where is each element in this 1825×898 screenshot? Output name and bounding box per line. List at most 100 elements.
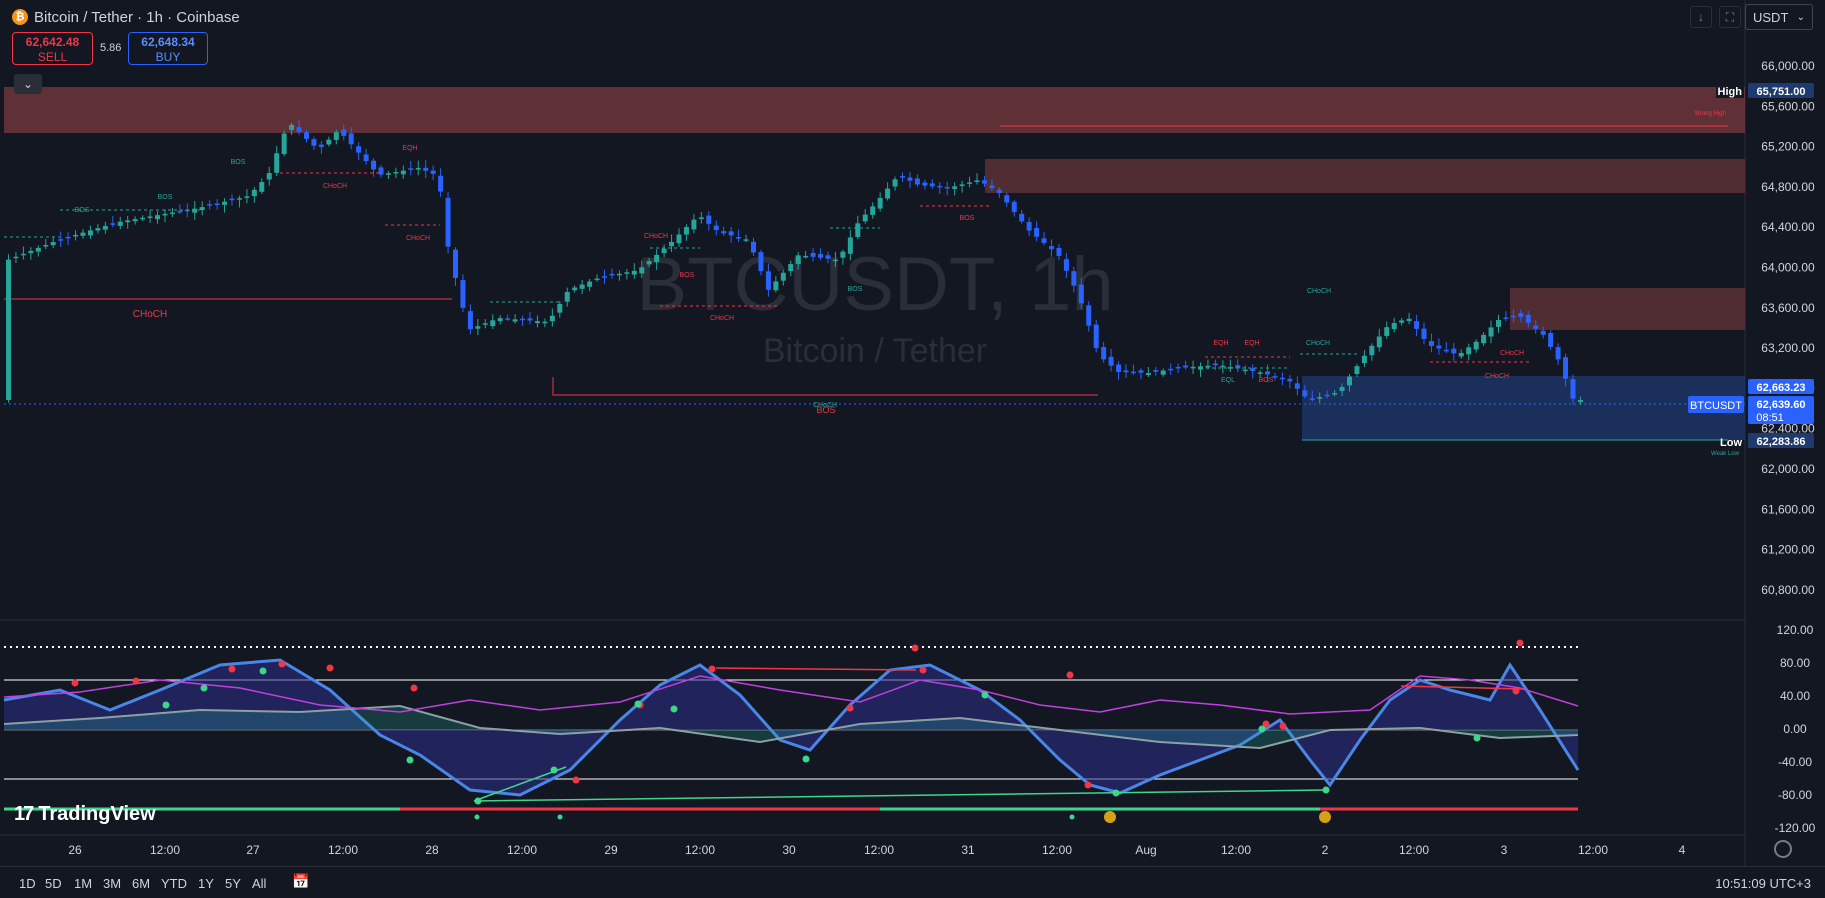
candle-body xyxy=(304,132,309,139)
candle-body xyxy=(996,189,1002,194)
candle-body xyxy=(721,231,727,234)
candle-body xyxy=(691,219,697,230)
structure-label: CHoCH xyxy=(644,233,668,240)
candle-body xyxy=(102,225,108,230)
signal-dot-green xyxy=(200,684,208,692)
candle-body xyxy=(35,247,41,252)
candle-body xyxy=(1078,284,1084,304)
candle-body xyxy=(356,146,362,153)
candle-body xyxy=(855,223,861,238)
candle-body xyxy=(952,186,958,189)
sell-button[interactable]: 62,642.48 SELL xyxy=(12,32,93,65)
signal-dot-green xyxy=(802,755,810,763)
candle-body xyxy=(1160,370,1166,375)
signal-dot-red xyxy=(572,776,580,784)
range-6m[interactable]: 6M xyxy=(132,876,150,891)
candle-body xyxy=(1011,201,1017,212)
range-1m[interactable]: 1M xyxy=(74,876,92,891)
candle-body xyxy=(1488,327,1494,337)
candle-body xyxy=(646,261,652,265)
price-tick: 66,000.00 xyxy=(1761,59,1815,73)
candle-body xyxy=(423,167,429,171)
signal-dot-green xyxy=(474,797,482,805)
chart-canvas[interactable]: BTCUSDT, 1h Bitcoin / Tether BOS BOS BOS CH… xyxy=(0,0,1825,898)
candle-body xyxy=(1540,330,1546,335)
gear-icon[interactable] xyxy=(1774,840,1792,858)
range-all[interactable]: All xyxy=(252,876,266,891)
chevron-down-icon: ⌄ xyxy=(22,77,34,91)
candle-body xyxy=(1473,341,1479,350)
range-5d[interactable]: 5D xyxy=(45,876,62,891)
time-tick: 30 xyxy=(782,843,796,857)
sell-label: SELL xyxy=(37,50,68,64)
candle-body xyxy=(1525,314,1531,323)
time-tick: 12:00 xyxy=(1399,843,1429,857)
range-1y[interactable]: 1Y xyxy=(198,876,214,891)
candle-body xyxy=(1265,371,1271,375)
signal-dot-green xyxy=(406,756,414,764)
candle-body xyxy=(698,217,704,219)
candle-body xyxy=(758,252,764,272)
candle-body xyxy=(475,326,481,329)
candle-body xyxy=(1347,376,1352,386)
collapse-button[interactable]: ⌄ xyxy=(14,74,42,94)
signal-dot-red xyxy=(911,644,919,652)
candle-body xyxy=(736,237,742,239)
candle-body xyxy=(1153,370,1159,372)
demand-zone xyxy=(1302,376,1745,440)
arrow-down-icon: ↓ xyxy=(1698,10,1704,24)
range-ytd[interactable]: YTD xyxy=(161,876,187,891)
signal-dot-gold xyxy=(1104,811,1116,823)
candle-body xyxy=(1168,368,1174,371)
candle-body xyxy=(281,133,287,155)
candle-body xyxy=(1324,394,1330,397)
structure-label: CHoCH xyxy=(1307,288,1331,295)
range-5y[interactable]: 5Y xyxy=(225,876,241,891)
structure-label: EQH xyxy=(402,145,417,152)
range-1d[interactable]: 1D xyxy=(19,876,36,891)
signal-dot-green xyxy=(1322,786,1330,794)
calendar-icon[interactable]: 📅 xyxy=(292,873,314,893)
candle-body xyxy=(1577,400,1583,403)
candle-body xyxy=(1056,247,1062,256)
supply-zone-mid xyxy=(985,159,1745,193)
candle-body xyxy=(1093,324,1099,349)
supply-zone-right xyxy=(1510,288,1745,330)
candle-body xyxy=(1332,393,1338,395)
download-button[interactable]: ↓ xyxy=(1690,6,1712,28)
fullscreen-button[interactable]: ⛶ xyxy=(1719,6,1741,28)
candle-body xyxy=(1496,320,1501,327)
price-tick: 62,000.00 xyxy=(1761,462,1815,476)
signal-dot-small xyxy=(557,814,563,820)
candle-body xyxy=(1108,356,1114,366)
candle-body xyxy=(1317,397,1323,399)
currency-select[interactable]: USDT ⌄ xyxy=(1745,4,1813,30)
candle-body xyxy=(639,267,645,274)
symbol-header[interactable]: ₿ Bitcoin / Tether · 1h · Coinbase xyxy=(12,6,240,28)
candle-body xyxy=(877,197,883,209)
candle-body xyxy=(743,239,749,241)
candle-body xyxy=(616,273,622,276)
candle-body xyxy=(363,154,369,162)
range-3m[interactable]: 3M xyxy=(103,876,121,891)
buy-button[interactable]: 62,648.34 BUY xyxy=(128,32,208,65)
price-tick: 64,000.00 xyxy=(1761,261,1815,275)
candle-body xyxy=(341,129,347,136)
candle-body xyxy=(818,253,824,258)
candle-body xyxy=(415,168,421,170)
osc-tick: -40.00 xyxy=(1778,755,1812,769)
time-tick: 29 xyxy=(604,843,618,857)
candle-body xyxy=(1510,315,1516,318)
candle-body xyxy=(1451,348,1457,354)
signal-dot-small xyxy=(1069,814,1075,820)
osc-tick: 120.00 xyxy=(1777,623,1814,637)
buy-label: BUY xyxy=(155,50,181,64)
candle-body xyxy=(1436,345,1442,349)
candle-body xyxy=(929,183,935,187)
candle-body xyxy=(95,228,101,231)
candle-body xyxy=(624,272,630,274)
structure-label: BOS xyxy=(231,159,246,166)
candle-body xyxy=(20,253,26,256)
candle-body xyxy=(482,323,488,325)
candle-body xyxy=(907,177,913,181)
